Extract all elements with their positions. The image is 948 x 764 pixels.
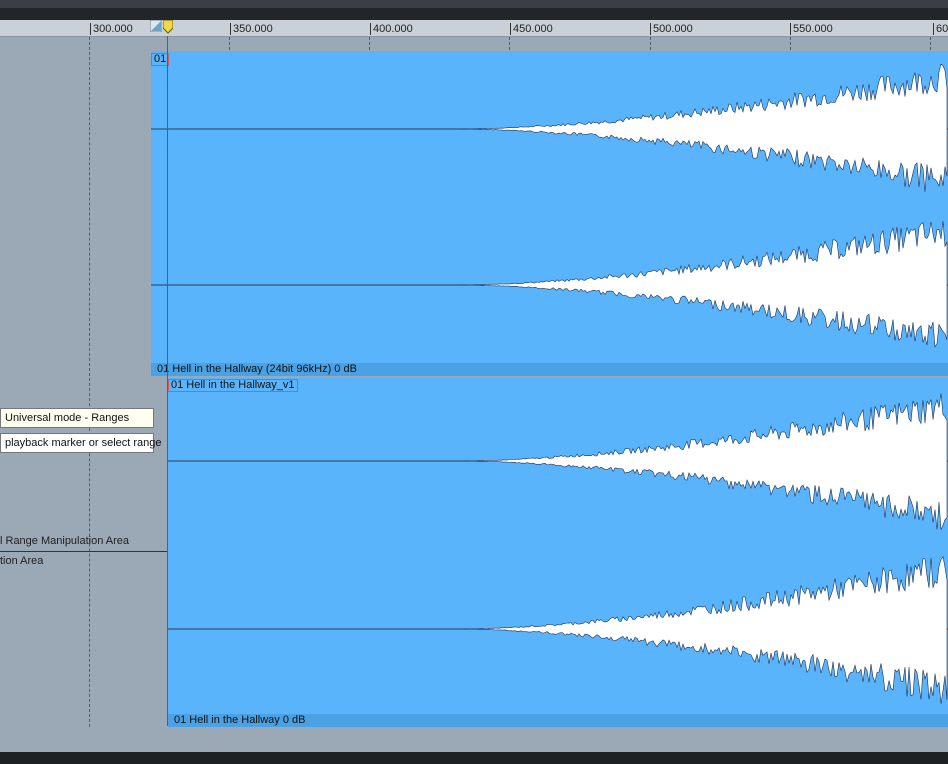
mode-tooltip: Universal mode - Ranges [0, 408, 154, 428]
clip-label-bottom[interactable]: 01 Hell in the Hallway_v1 [168, 379, 298, 392]
waveform-channel [463, 393, 948, 530]
ruler-tick-label: 400.000 [370, 23, 413, 35]
ruler-tick-label: 60 [932, 23, 948, 35]
audio-clip-top[interactable]: 01 Hell in the Hallway (24bit 96kHz) 0 d… [151, 51, 948, 376]
waveform-top [151, 63, 948, 348]
clip-footer-top: 01 Hell in the Hallway (24bit 96kHz) 0 d… [151, 363, 948, 376]
ruler-tick-label: 300.000 [90, 23, 133, 35]
ruler-tick-label: 500.000 [650, 23, 693, 35]
range-manipulation-label: l Range Manipulation Area [0, 535, 130, 547]
area-label: tion Area [0, 555, 44, 567]
hint-tooltip: playback marker or select range [0, 433, 162, 453]
bottom-toolbar [0, 752, 948, 764]
ruler-tick-label: 450.000 [510, 23, 553, 35]
ruler-tick-label: 550.000 [790, 23, 833, 35]
clip-footer-bottom: 01 Hell in the Hallway 0 dB [168, 714, 948, 727]
waveform-bottom [168, 393, 948, 704]
playhead-line [167, 36, 168, 726]
playhead-marker-icon[interactable] [163, 20, 173, 34]
bottom-area [0, 727, 948, 752]
divider-line [0, 551, 168, 552]
clip-corner-icon [150, 20, 162, 32]
ruler-tick-label: 350.000 [230, 23, 273, 35]
grid-line [89, 37, 90, 727]
waveform-channel [461, 220, 948, 348]
waveform-channel [461, 63, 948, 192]
top-toolbar [0, 0, 948, 8]
top-toolbar-dark [0, 8, 948, 20]
waveform-channel [463, 555, 948, 704]
timeline-ruler[interactable]: 300.000 350.000 400.000 450.000 500.000 … [0, 20, 948, 37]
audio-clip-bottom[interactable]: 01 Hell in the Hallway 0 dB [168, 378, 948, 727]
